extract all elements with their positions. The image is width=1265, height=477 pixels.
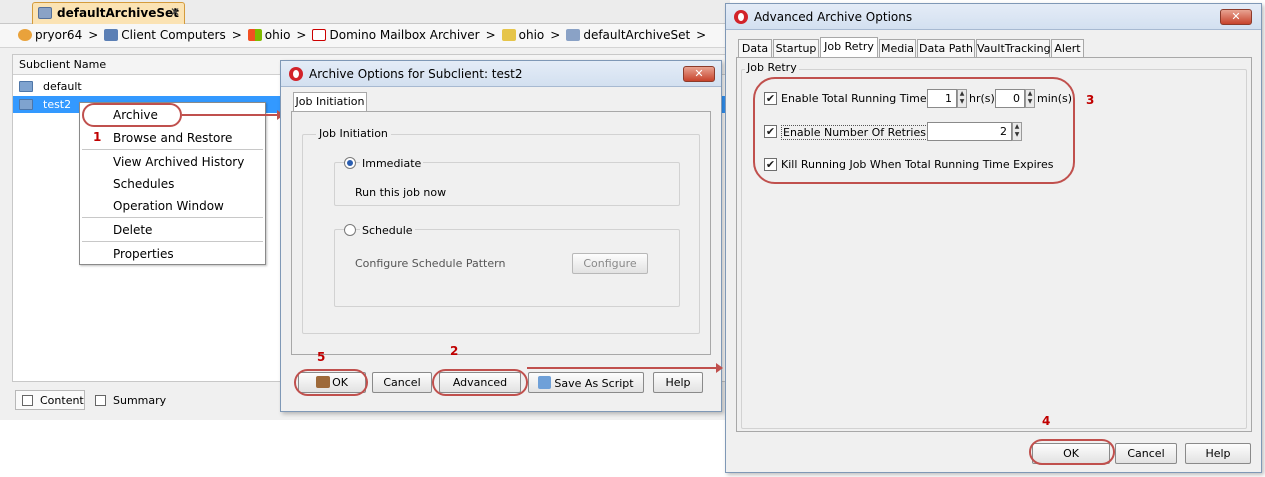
tab-alert[interactable]: Alert [1051, 39, 1084, 57]
close-icon[interactable]: ✕ [170, 5, 180, 19]
archive-set-icon [566, 29, 581, 41]
instance-icon [501, 29, 516, 41]
menu-separator [82, 241, 263, 242]
commvault-logo-icon [734, 10, 748, 24]
annotation-oval-ok [294, 369, 368, 396]
content-icon [22, 395, 33, 406]
annotation-oval-advanced [432, 369, 528, 396]
help-button[interactable]: Help [1185, 443, 1251, 464]
breadcrumb: pryor64 > Client Computers > ohio > Domino Mai… [0, 24, 730, 48]
breadcrumb-item-ohio-instance[interactable]: ohio [501, 28, 544, 42]
annotation-oval-ok [1029, 439, 1115, 465]
tab-data-path[interactable]: Data Path [917, 39, 975, 57]
tab-media[interactable]: Media [879, 39, 916, 57]
breadcrumb-item-default-archive-set[interactable]: defaultArchiveSet [566, 28, 690, 42]
advanced-archive-options-dialog: Advanced Archive Options ✕ Data Startup … [725, 3, 1262, 473]
menu-item-delete[interactable]: Delete [80, 219, 265, 241]
dialog-title: Archive Options for Subclient: test2 [309, 67, 523, 81]
cancel-button[interactable]: Cancel [372, 372, 432, 393]
configure-button[interactable]: Configure [572, 253, 648, 274]
cancel-button[interactable]: Cancel [1115, 443, 1177, 464]
breadcrumb-item-client-computers[interactable]: Client Computers [104, 28, 226, 42]
tab-data[interactable]: Data [738, 39, 772, 57]
schedule-description: Configure Schedule Pattern [355, 257, 506, 270]
breadcrumb-item-pryor64[interactable]: pryor64 [18, 28, 82, 42]
schedule-radio[interactable] [344, 224, 356, 236]
menu-item-operation-window[interactable]: Operation Window [80, 195, 265, 217]
archive-options-dialog: Archive Options for Subclient: test2 ✕ J… [280, 60, 722, 412]
breadcrumb-item-domino-mailbox-archiver[interactable]: Domino Mailbox Archiver [312, 28, 480, 42]
immediate-description: Run this job now [355, 186, 447, 199]
tab-panel: Job Initiation Immediate Run this job no… [291, 111, 711, 355]
annotation-number-1: 1 [93, 130, 102, 144]
domino-icon [312, 29, 327, 41]
close-button[interactable]: ✕ [1220, 9, 1252, 25]
annotation-oval-archive [82, 103, 182, 127]
annotation-oval-job-retry [753, 77, 1075, 184]
group-title: Job Initiation [316, 127, 391, 140]
help-button[interactable]: Help [653, 372, 703, 393]
tab-job-initiation[interactable]: Job Initiation [293, 92, 367, 112]
tab-default-archive-set[interactable]: defaultArchiveSet ✕ [32, 2, 185, 24]
immediate-label[interactable]: Immediate [360, 157, 424, 170]
tab-content[interactable]: Content [15, 390, 85, 410]
tab-summary[interactable]: Summary [88, 390, 168, 410]
menu-item-schedules[interactable]: Schedules [80, 173, 265, 195]
tab-vault-tracking[interactable]: VaultTracking [976, 39, 1051, 57]
tab-startup[interactable]: Startup [773, 39, 819, 57]
menu-item-browse-and-restore[interactable]: Browse and Restore [80, 127, 265, 149]
bottom-tabs: Content Summary [12, 390, 312, 412]
windows-icon [247, 29, 262, 41]
commvault-logo-icon [289, 67, 303, 81]
dialog-title-bar: Archive Options for Subclient: test2 ✕ [281, 61, 721, 87]
menu-item-view-archived-history[interactable]: View Archived History [80, 151, 265, 173]
summary-icon [95, 395, 106, 406]
group-title: Job Retry [745, 61, 799, 74]
menu-separator [82, 217, 263, 218]
computers-icon [104, 29, 119, 41]
tab-label: defaultArchiveSet [57, 6, 179, 20]
annotation-number-2: 2 [450, 344, 459, 358]
annotation-arrow [182, 110, 284, 120]
archive-set-icon [38, 7, 52, 19]
annotation-number-5: 5 [317, 350, 326, 364]
menu-separator [82, 149, 263, 150]
breadcrumb-item-ohio[interactable]: ohio [247, 28, 290, 42]
folder-icon [19, 99, 33, 110]
tab-strip: defaultArchiveSet ✕ [0, 0, 730, 24]
save-as-script-button[interactable]: Save As Script [528, 372, 644, 393]
immediate-radio[interactable] [344, 157, 356, 169]
dialog-title-bar: Advanced Archive Options ✕ [726, 4, 1261, 30]
folder-icon [19, 81, 33, 92]
close-button[interactable]: ✕ [683, 66, 715, 82]
annotation-number-4: 4 [1042, 414, 1051, 428]
schedule-label[interactable]: Schedule [360, 224, 415, 237]
commcell-icon [18, 29, 32, 41]
tab-job-retry[interactable]: Job Retry [820, 37, 878, 57]
dialog-title: Advanced Archive Options [754, 10, 913, 24]
menu-item-properties[interactable]: Properties [80, 243, 265, 265]
annotation-arrow [527, 363, 723, 373]
annotation-number-3: 3 [1086, 93, 1095, 107]
script-icon [538, 376, 552, 389]
